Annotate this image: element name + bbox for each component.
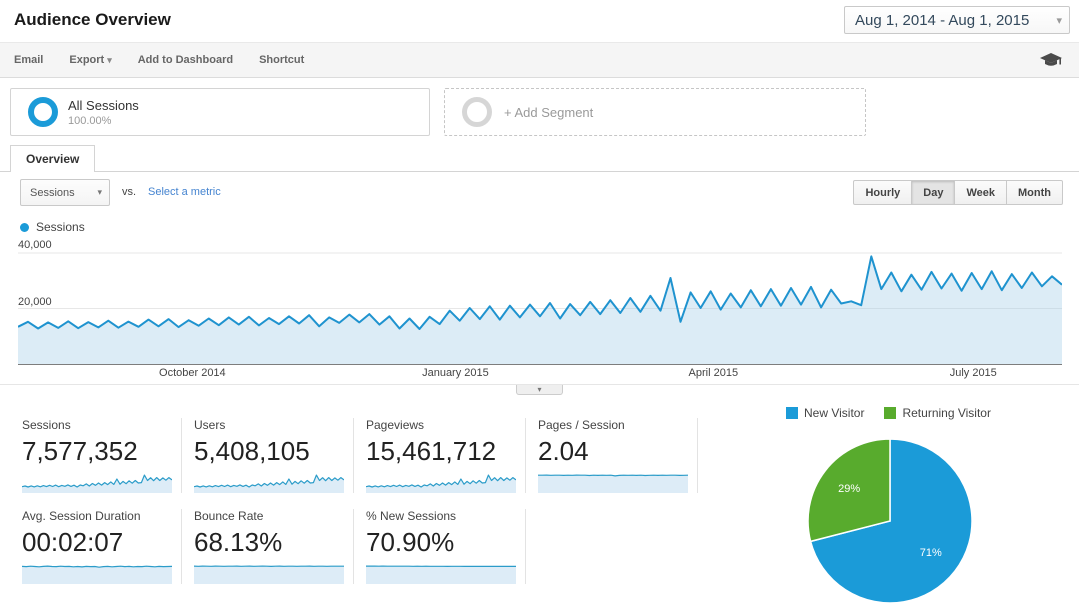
- pageviews-sparkline: [366, 474, 516, 493]
- export-button[interactable]: Export ▾: [69, 54, 111, 66]
- metric-label: % New Sessions: [366, 509, 457, 523]
- tab-overview[interactable]: Overview: [10, 145, 96, 172]
- chart-collapse-handle[interactable]: ▾: [516, 385, 563, 395]
- shortcut-label: Shortcut: [259, 54, 305, 66]
- x-axis-tick: January 2015: [422, 367, 489, 379]
- add-segment-label: + Add Segment: [504, 104, 594, 120]
- users-sparkline: [194, 474, 344, 493]
- metric-value: 2.04: [538, 436, 589, 466]
- metric-label: Pages / Session: [538, 418, 625, 432]
- add-segment-button[interactable]: + Add Segment: [444, 88, 866, 136]
- segment-percentage: 100.00%: [68, 114, 112, 127]
- pie-svg: [807, 438, 973, 604]
- audience-overview-page: Audience Overview Aug 1, 2014 - Aug 1, 2…: [0, 0, 1079, 607]
- segment-donut-icon: [28, 97, 58, 127]
- intelligence-graduation-cap-icon[interactable]: [1039, 52, 1063, 69]
- metric-label: Users: [194, 418, 226, 432]
- email-label: Email: [14, 54, 44, 66]
- granularity-month-button[interactable]: Month: [1007, 180, 1063, 205]
- date-range-selector[interactable]: Aug 1, 2014 - Aug 1, 2015 ▾: [844, 6, 1070, 34]
- x-axis-tick: April 2015: [688, 367, 739, 379]
- x-axis: October 2014 January 2015 April 2015 Jul…: [18, 367, 1062, 381]
- new-sessions-sparkline: [366, 565, 516, 584]
- metric-card-users: Users 5,408,105: [182, 418, 354, 493]
- sessions-chart-svg: [18, 252, 1062, 364]
- metric-card-new-sessions: % New Sessions 70.90%: [354, 509, 526, 584]
- metric-card-pageviews: Pageviews 15,461,712: [354, 418, 526, 493]
- metric-card-sessions: Sessions 7,577,352: [10, 418, 182, 493]
- chevron-down-icon: ▾: [1056, 14, 1062, 27]
- chevron-down-icon: ▾: [107, 55, 112, 65]
- new-visitor-swatch-icon: [786, 407, 798, 419]
- metric-value: 5,408,105: [194, 436, 310, 466]
- returning-visitor-swatch-icon: [884, 407, 897, 419]
- sessions-legend-label: Sessions: [36, 220, 85, 234]
- metric-card-pages-per-session: Pages / Session 2.04: [526, 418, 698, 493]
- shortcut-button[interactable]: Shortcut: [259, 54, 304, 66]
- granularity-button-group: Hourly Day Week Month: [853, 180, 1063, 205]
- sessions-legend-dot-icon: [20, 222, 29, 232]
- sessions-sparkline: [22, 474, 172, 493]
- metric-value: 68.13%: [194, 527, 283, 557]
- visitor-type-pie-chart[interactable]: 71% 29%: [807, 438, 973, 604]
- vs-label: vs.: [122, 186, 137, 198]
- metric-label: Sessions: [22, 418, 71, 432]
- page-title: Audience Overview: [14, 10, 171, 29]
- metric-value: 7,577,352: [22, 436, 138, 466]
- legend-item-new-visitor: New Visitor: [786, 406, 864, 420]
- segment-all-sessions[interactable]: All Sessions 100.00%: [10, 88, 430, 136]
- bounce-rate-sparkline: [194, 565, 344, 584]
- metric-select-value: Sessions: [30, 186, 75, 199]
- segment-donut-placeholder-icon: [462, 97, 492, 127]
- metric-label: Pageviews: [366, 418, 425, 432]
- metric-label: Avg. Session Duration: [22, 509, 141, 523]
- report-toolbar: Email Export ▾ Add to Dashboard Shortcut: [0, 42, 1079, 78]
- legend-label: New Visitor: [804, 406, 865, 420]
- segment-title: All Sessions: [68, 97, 139, 113]
- metric-value: 15,461,712: [366, 436, 497, 466]
- metric-select-dropdown[interactable]: Sessions ▾: [20, 179, 110, 206]
- select-a-metric-link[interactable]: Select a metric: [148, 186, 221, 198]
- metric-card-avg-session-duration: Avg. Session Duration 00:02:07: [10, 509, 182, 584]
- granularity-day-button[interactable]: Day: [912, 180, 956, 205]
- page-header: Audience Overview Aug 1, 2014 - Aug 1, 2…: [0, 0, 1079, 41]
- add-to-dashboard-button[interactable]: Add to Dashboard: [138, 54, 233, 66]
- pie-slice-label: 29%: [838, 483, 861, 496]
- pie-slice-label: 71%: [919, 546, 942, 559]
- granularity-hourly-button[interactable]: Hourly: [853, 180, 913, 205]
- chart-legend: Sessions: [20, 220, 85, 234]
- metric-value: 00:02:07: [22, 527, 124, 557]
- export-label: Export: [69, 54, 105, 66]
- x-axis-tick: October 2014: [159, 367, 226, 379]
- metric-label: Bounce Rate: [194, 509, 264, 523]
- chevron-down-icon: ▾: [537, 384, 542, 394]
- legend-label: Returning Visitor: [902, 406, 991, 420]
- email-button[interactable]: Email: [14, 54, 43, 66]
- sessions-timeseries-chart[interactable]: [18, 240, 1062, 365]
- y-axis-tick-20000: 20,000: [18, 296, 52, 308]
- tab-overview-label: Overview: [26, 152, 80, 166]
- date-range-label: Aug 1, 2014 - Aug 1, 2015: [855, 11, 1030, 29]
- add-to-dashboard-label: Add to Dashboard: [137, 54, 234, 66]
- legend-item-returning-visitor: Returning Visitor: [884, 406, 991, 420]
- metric-value: 70.90%: [366, 527, 455, 557]
- x-axis-tick: July 2015: [949, 367, 997, 379]
- y-axis-tick-40000: 40,000: [18, 239, 52, 251]
- visitor-type-legend: New Visitor Returning Visitor: [786, 406, 1011, 420]
- avg-session-duration-sparkline: [22, 565, 172, 584]
- metric-card-bounce-rate: Bounce Rate 68.13%: [182, 509, 354, 584]
- chevron-down-icon: ▾: [97, 187, 102, 197]
- pages-per-session-sparkline: [538, 474, 688, 493]
- granularity-week-button[interactable]: Week: [955, 180, 1008, 205]
